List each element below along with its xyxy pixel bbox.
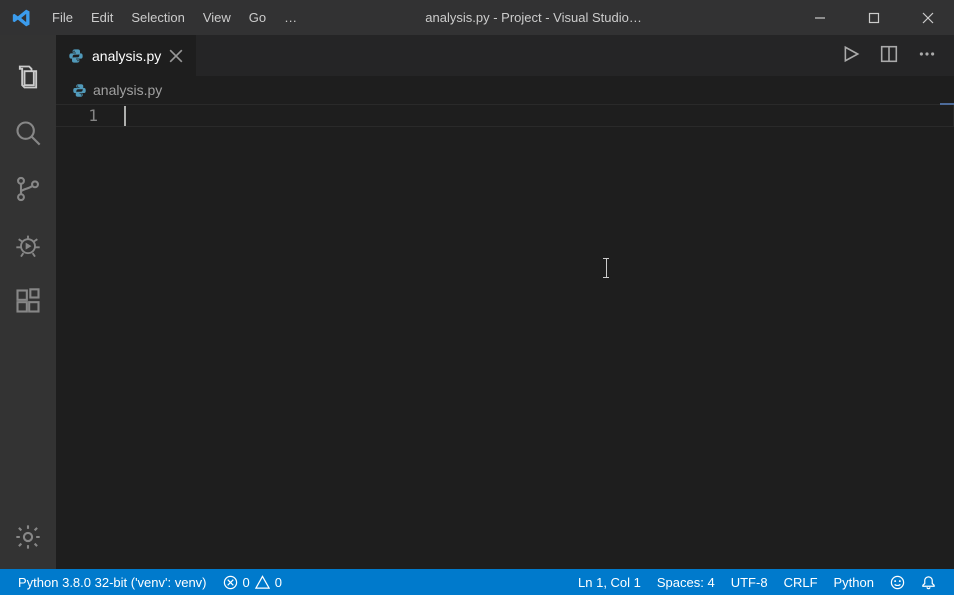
run-icon[interactable]	[842, 45, 860, 66]
python-file-icon	[72, 83, 87, 98]
extensions-icon[interactable]	[0, 273, 56, 329]
more-actions-icon[interactable]	[918, 45, 936, 66]
tab-file-label: analysis.py	[92, 48, 161, 64]
close-button[interactable]	[910, 4, 946, 32]
editor-group: analysis.py analys	[56, 35, 954, 569]
activity-bar	[0, 35, 56, 569]
error-icon	[223, 575, 238, 590]
status-language[interactable]: Python	[826, 575, 882, 590]
tab-analysis-py[interactable]: analysis.py	[56, 35, 196, 76]
menu-more[interactable]: …	[276, 6, 305, 29]
debug-icon[interactable]	[0, 217, 56, 273]
status-bell-icon[interactable]	[913, 575, 944, 590]
status-indent[interactable]: Spaces: 4	[649, 575, 723, 590]
menu-go[interactable]: Go	[241, 6, 274, 29]
python-file-icon	[68, 48, 84, 64]
status-problems[interactable]: 0 0	[215, 575, 290, 590]
status-warning-count: 0	[275, 575, 282, 590]
status-eol[interactable]: CRLF	[776, 575, 826, 590]
explorer-icon[interactable]	[0, 49, 56, 105]
warning-icon	[255, 575, 270, 590]
title-bar: File Edit Selection View Go … analysis.p…	[0, 0, 954, 35]
minimap-indicator	[940, 103, 954, 117]
code-editor[interactable]: 1	[56, 103, 954, 569]
source-control-icon[interactable]	[0, 161, 56, 217]
breadcrumb-file-label: analysis.py	[93, 82, 162, 98]
status-encoding[interactable]: UTF-8	[723, 575, 776, 590]
status-python-env[interactable]: Python 3.8.0 32-bit ('venv': venv)	[10, 575, 215, 590]
maximize-button[interactable]	[856, 4, 892, 32]
editor-content[interactable]	[124, 103, 954, 569]
tab-bar: analysis.py	[56, 35, 954, 77]
breadcrumb[interactable]: analysis.py	[56, 77, 954, 103]
search-icon[interactable]	[0, 105, 56, 161]
minimize-button[interactable]	[802, 4, 838, 32]
menu-selection[interactable]: Selection	[123, 6, 192, 29]
status-feedback-icon[interactable]	[882, 575, 913, 590]
tab-close-icon[interactable]	[169, 49, 183, 63]
menu-file[interactable]: File	[44, 6, 81, 29]
status-bar: Python 3.8.0 32-bit ('venv': venv) 0 0 L…	[0, 569, 954, 595]
status-error-count: 0	[243, 575, 250, 590]
main-area: analysis.py analys	[0, 35, 954, 569]
mouse-caret-icon	[606, 259, 607, 277]
window-controls	[802, 4, 946, 32]
split-editor-icon[interactable]	[880, 45, 898, 66]
menu-edit[interactable]: Edit	[83, 6, 121, 29]
settings-gear-icon[interactable]	[0, 509, 56, 565]
menu-view[interactable]: View	[195, 6, 239, 29]
main-menu: File Edit Selection View Go …	[44, 6, 305, 29]
line-gutter: 1	[56, 103, 124, 569]
text-cursor	[124, 106, 126, 126]
status-cursor-position[interactable]: Ln 1, Col 1	[570, 575, 649, 590]
window-title: analysis.py - Project - Visual Studio…	[305, 10, 802, 25]
editor-actions	[842, 35, 954, 76]
vscode-icon	[12, 8, 32, 28]
